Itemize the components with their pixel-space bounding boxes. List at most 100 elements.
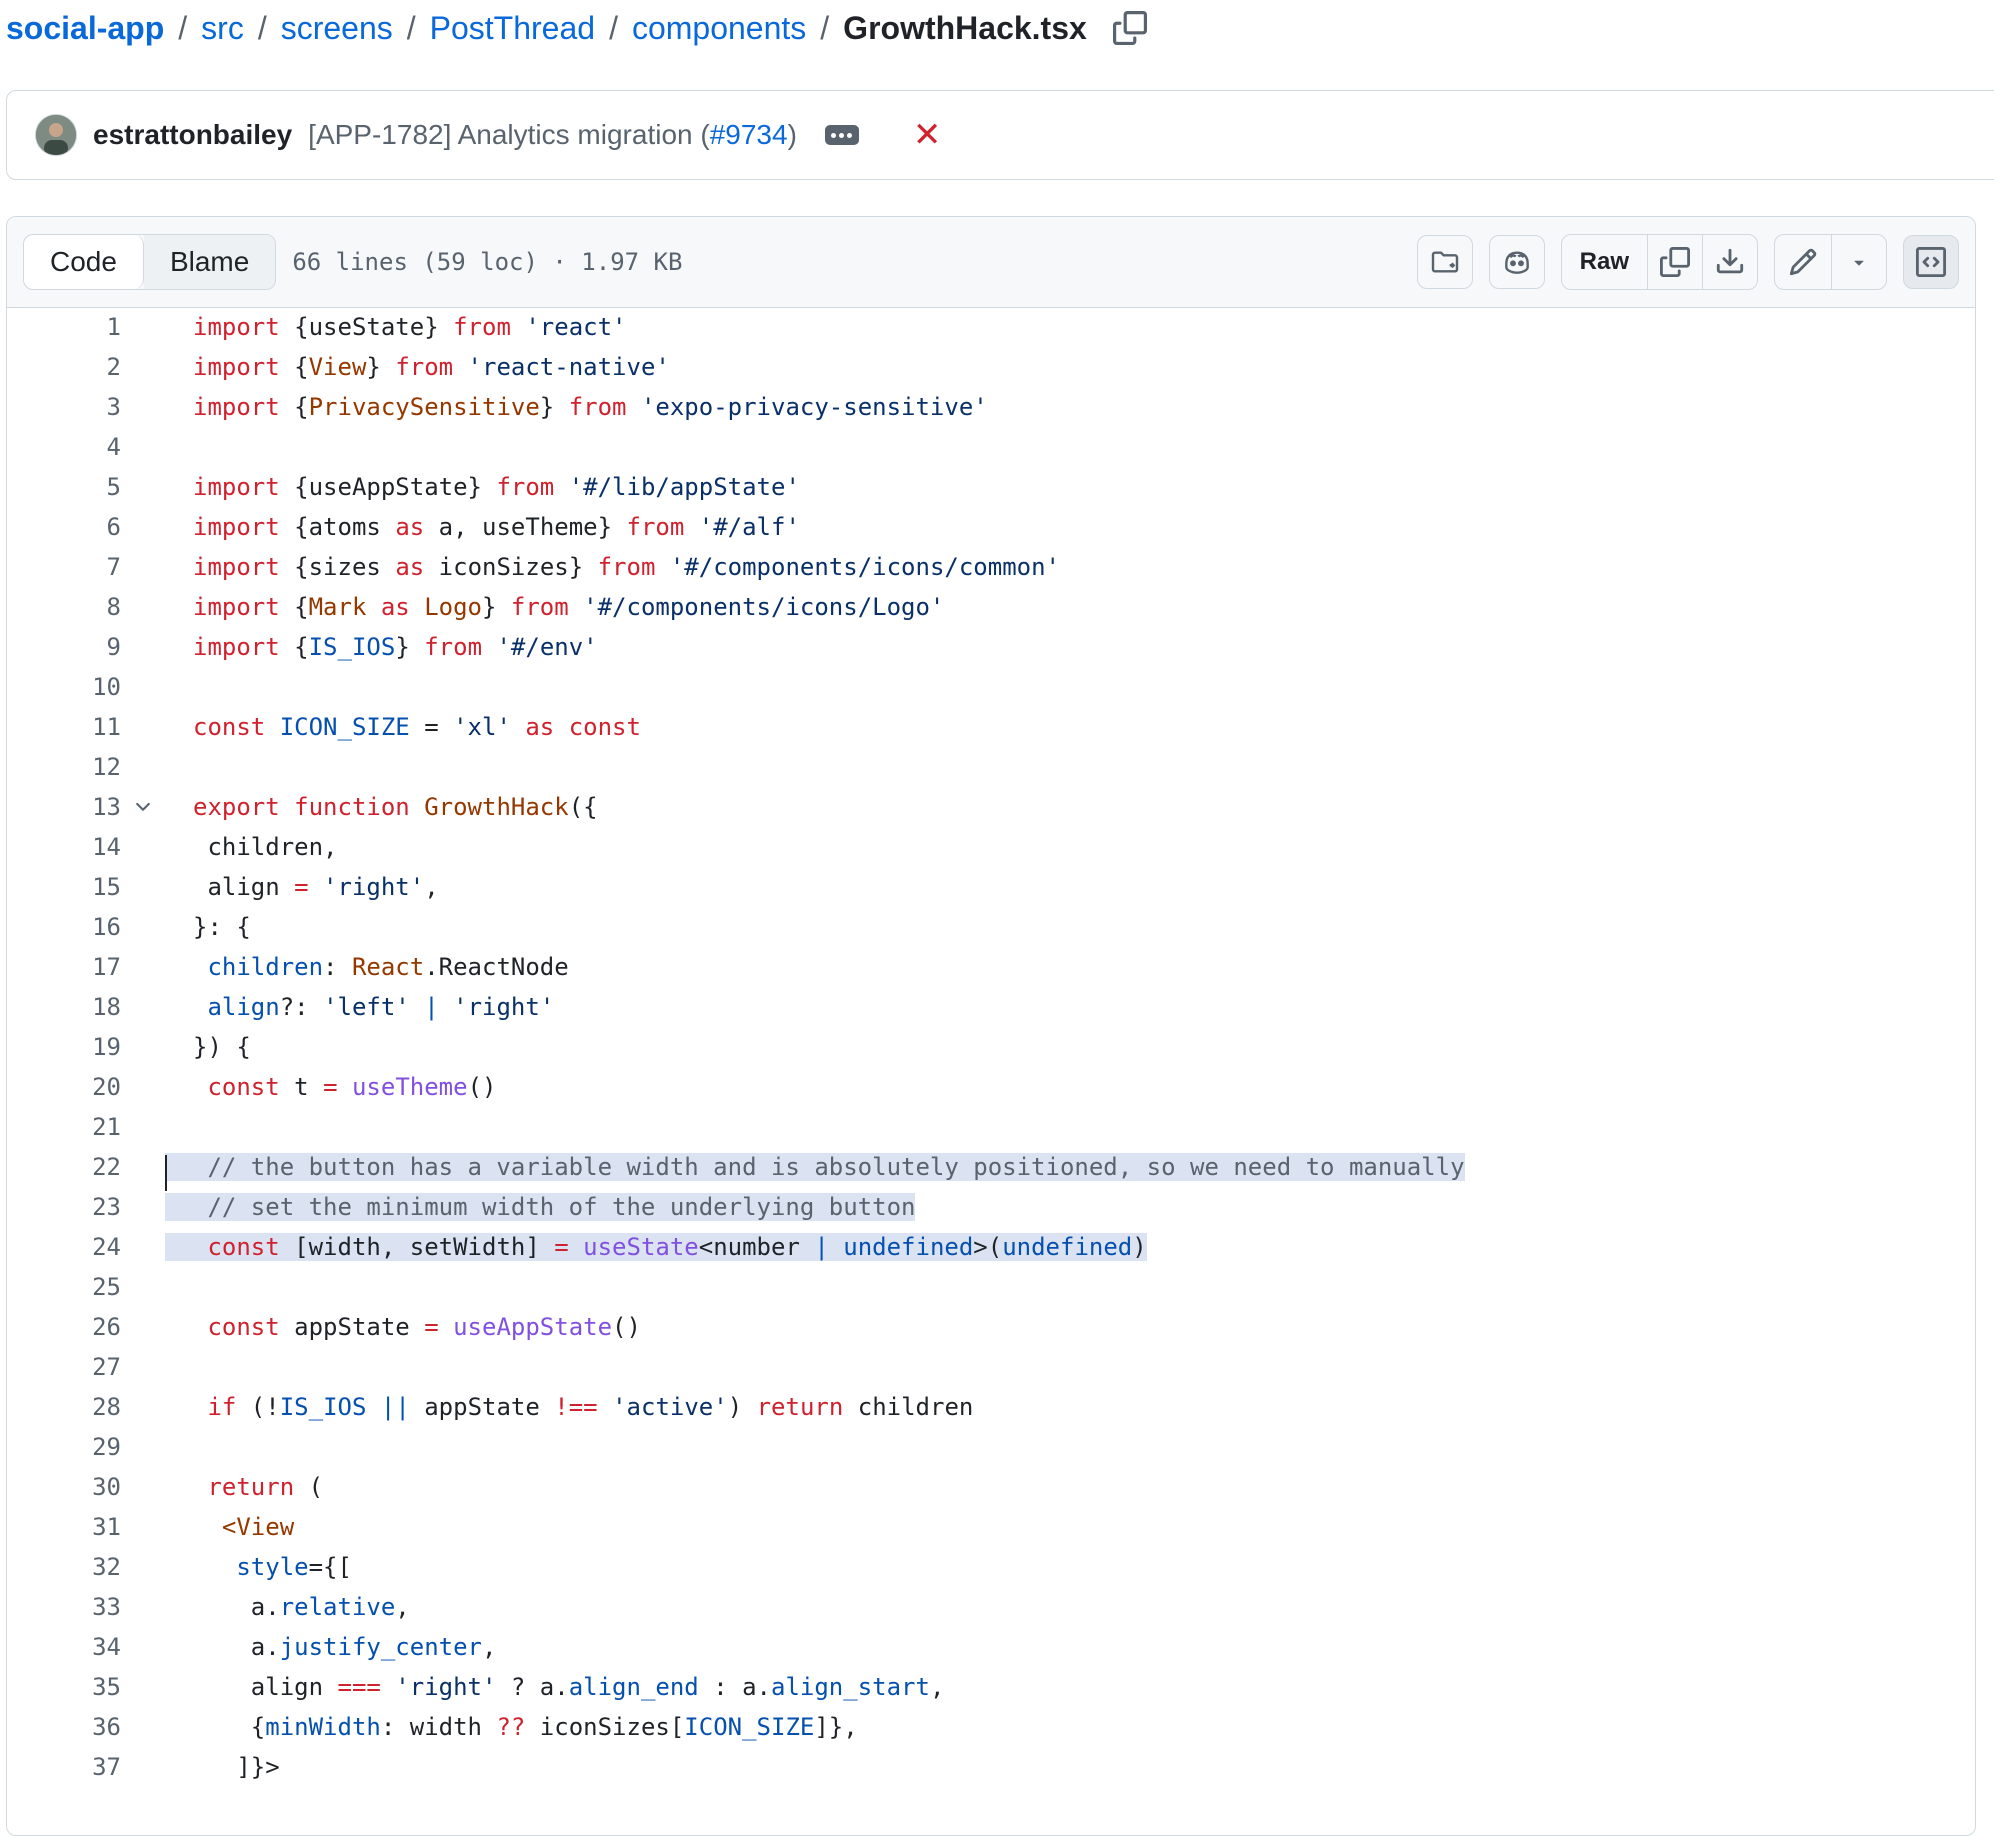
edit-dropdown-button[interactable] (1832, 235, 1886, 289)
code-line[interactable]: 29 (7, 1427, 1975, 1467)
code-line[interactable]: 6 import {atoms as a, useTheme} from '#/a… (7, 507, 1975, 547)
line-number[interactable]: 2 (7, 353, 121, 381)
line-number[interactable]: 20 (7, 1073, 121, 1101)
code-line[interactable]: 34 a.justify_center, (7, 1627, 1975, 1667)
add-file-button[interactable] (1416, 235, 1473, 289)
code-line[interactable]: 8 import {Mark as Logo} from '#/component… (7, 587, 1975, 627)
code-line[interactable]: 15 align = 'right', (7, 867, 1975, 907)
line-number[interactable]: 1 (7, 313, 121, 341)
code-line[interactable]: 19}) { (7, 1027, 1975, 1067)
code-line[interactable]: 18 align?: 'left' | 'right' (7, 987, 1975, 1027)
line-number[interactable]: 17 (7, 953, 121, 981)
code-line[interactable]: 22 // the button has a variable width an… (7, 1147, 1975, 1191)
code-line[interactable]: 13 export function GrowthHack({ (7, 787, 1975, 827)
line-number[interactable]: 29 (7, 1433, 121, 1461)
code-line[interactable]: 3 import {PrivacySensitive} from 'expo-pr… (7, 387, 1975, 427)
code-line[interactable]: 5 import {useAppState} from '#/lib/appSta… (7, 467, 1975, 507)
code-line[interactable]: 27 (7, 1347, 1975, 1387)
line-number[interactable]: 28 (7, 1393, 121, 1421)
copilot-button[interactable] (1488, 235, 1545, 289)
line-number[interactable]: 36 (7, 1713, 121, 1741)
breadcrumb-components-link[interactable]: components (632, 10, 806, 47)
code-line[interactable]: 20 const t = useTheme() (7, 1067, 1975, 1107)
code-line[interactable]: 21 (7, 1107, 1975, 1147)
code-line[interactable]: 35 align === 'right' ? a.align_end : a.a… (7, 1667, 1975, 1707)
line-number[interactable]: 7 (7, 553, 121, 581)
symbols-panel-button[interactable] (1903, 235, 1959, 289)
code-line[interactable]: 1 import {useState} from 'react' (7, 307, 1975, 347)
line-number[interactable]: 37 (7, 1753, 121, 1781)
commit-author[interactable]: estrattonbailey (93, 119, 292, 151)
copy-path-icon[interactable] (1112, 11, 1147, 45)
code-line[interactable]: 12 (7, 747, 1975, 787)
copy-raw-button[interactable] (1648, 235, 1703, 289)
line-number[interactable]: 13 (7, 793, 121, 821)
code-line[interactable]: 31 <View (7, 1507, 1975, 1547)
code-line[interactable]: 11 const ICON_SIZE = 'xl' as const (7, 707, 1975, 747)
line-number[interactable]: 35 (7, 1673, 121, 1701)
latest-commit-bar: estrattonbailey [APP-1782] Analytics mig… (6, 90, 1994, 180)
line-number[interactable]: 14 (7, 833, 121, 861)
code-line[interactable]: 32 style={[ (7, 1547, 1975, 1587)
x-icon[interactable]: ✕ (913, 118, 942, 152)
line-number[interactable]: 6 (7, 513, 121, 541)
line-number[interactable]: 31 (7, 1513, 121, 1541)
line-number[interactable]: 16 (7, 913, 121, 941)
code-view[interactable]: 1 import {useState} from 'react' 2 import {… (7, 307, 1975, 1787)
code-line[interactable]: 36 {minWidth: width ?? iconSizes[ICON_SI… (7, 1707, 1975, 1747)
code-line[interactable]: 2 import {View} from 'react-native' (7, 347, 1975, 387)
tab-code[interactable]: Code (24, 235, 144, 289)
code-line[interactable]: 37 ]}> (7, 1747, 1975, 1787)
avatar[interactable] (35, 114, 77, 156)
line-number[interactable]: 26 (7, 1313, 121, 1341)
code-line[interactable]: 25 (7, 1267, 1975, 1307)
code-line[interactable]: 4 (7, 427, 1975, 467)
tab-blame[interactable]: Blame (143, 235, 276, 289)
commit-message[interactable]: [APP-1782] Analytics migration (#9734) (308, 119, 797, 151)
line-number[interactable]: 33 (7, 1593, 121, 1621)
breadcrumb-screens-link[interactable]: screens (281, 10, 393, 47)
line-number[interactable]: 15 (7, 873, 121, 901)
line-number[interactable]: 11 (7, 713, 121, 741)
line-number[interactable]: 25 (7, 1273, 121, 1301)
line-number[interactable]: 8 (7, 593, 121, 621)
code-token: align_end (568, 1673, 699, 1701)
line-number[interactable]: 23 (7, 1193, 121, 1221)
code-line[interactable]: 14 children, (7, 827, 1975, 867)
line-number[interactable]: 32 (7, 1553, 121, 1581)
commit-pr-link[interactable]: #9734 (710, 119, 788, 150)
line-number[interactable]: 24 (7, 1233, 121, 1261)
breadcrumb-repo-link[interactable]: social-app (6, 10, 164, 47)
line-number[interactable]: 22 (7, 1153, 121, 1181)
code-line[interactable]: 30 return ( (7, 1467, 1975, 1507)
edit-button[interactable] (1775, 235, 1832, 289)
breadcrumb-src-link[interactable]: src (201, 10, 244, 47)
line-number[interactable]: 19 (7, 1033, 121, 1061)
code-line[interactable]: 24 const [width, setWidth] = useState<nu… (7, 1227, 1975, 1267)
code-line[interactable]: 7 import {sizes as iconSizes} from '#/com… (7, 547, 1975, 587)
line-number[interactable]: 9 (7, 633, 121, 661)
ellipsis-icon[interactable] (824, 125, 859, 145)
line-number[interactable]: 12 (7, 753, 121, 781)
raw-button[interactable]: Raw (1562, 235, 1648, 289)
code-line[interactable]: 23 // set the minimum width of the under… (7, 1187, 1975, 1227)
download-button[interactable] (1703, 235, 1757, 289)
line-number[interactable]: 3 (7, 393, 121, 421)
code-line[interactable]: 10 (7, 667, 1975, 707)
line-number[interactable]: 18 (7, 993, 121, 1021)
code-line[interactable]: 17 children: React.ReactNode (7, 947, 1975, 987)
line-number[interactable]: 4 (7, 433, 121, 461)
chevron-down-icon[interactable] (121, 796, 165, 818)
code-line[interactable]: 28 if (!IS_IOS || appState !== 'active')… (7, 1387, 1975, 1427)
breadcrumb-postthread-link[interactable]: PostThread (430, 10, 595, 47)
code-line[interactable]: 9 import {IS_IOS} from '#/env' (7, 627, 1975, 667)
code-line[interactable]: 33 a.relative, (7, 1587, 1975, 1627)
line-number[interactable]: 27 (7, 1353, 121, 1381)
line-number[interactable]: 21 (7, 1113, 121, 1141)
line-number[interactable]: 10 (7, 673, 121, 701)
line-number[interactable]: 30 (7, 1473, 121, 1501)
code-line[interactable]: 16}: { (7, 907, 1975, 947)
line-number[interactable]: 5 (7, 473, 121, 501)
line-number[interactable]: 34 (7, 1633, 121, 1661)
code-line[interactable]: 26 const appState = useAppState() (7, 1307, 1975, 1347)
